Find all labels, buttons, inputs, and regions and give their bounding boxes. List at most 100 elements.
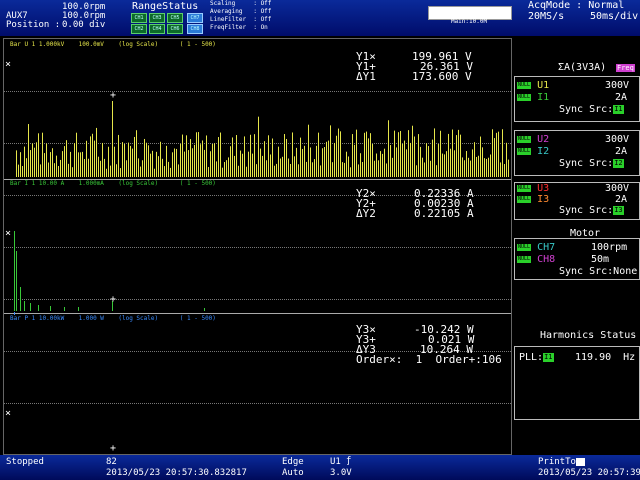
freqfilter-status: FreqFilter : On bbox=[210, 24, 268, 31]
harmonic-bar bbox=[280, 158, 281, 177]
harmonic-bar bbox=[170, 167, 171, 177]
harmonic-bar bbox=[120, 168, 121, 177]
range-ch4[interactable]: CH4 bbox=[149, 24, 165, 34]
element-1-box[interactable]: NULL U1 300V NULL I1 2A Sync Src:I1 bbox=[514, 76, 640, 122]
harmonic-bar bbox=[488, 157, 489, 177]
trigger-level[interactable]: 3.0V bbox=[330, 468, 352, 478]
harmonic-bar bbox=[184, 151, 185, 177]
harmonic-bar bbox=[154, 168, 155, 177]
harmonic-bar bbox=[70, 151, 71, 177]
harmonic-bar bbox=[86, 140, 87, 177]
harmonic-bar bbox=[126, 160, 127, 177]
harmonic-bar bbox=[376, 153, 377, 177]
harmonic-bar bbox=[444, 154, 445, 177]
harmonic-bar bbox=[24, 301, 25, 311]
harmonic-bar bbox=[400, 130, 401, 177]
position-value: 0.00 div bbox=[62, 20, 106, 30]
range-ch7[interactable]: CH7 bbox=[187, 13, 203, 23]
harmonic-bar bbox=[378, 160, 379, 177]
harmonic-bar bbox=[38, 305, 39, 311]
harmonic-bar bbox=[72, 167, 73, 177]
harmonic-bar bbox=[266, 160, 267, 177]
dy2-label: ΔY2 bbox=[356, 207, 376, 220]
harmonic-bar bbox=[442, 153, 443, 177]
harmonic-bar bbox=[434, 128, 435, 177]
harmonic-bar bbox=[476, 156, 477, 177]
harmonic-bar bbox=[498, 131, 499, 177]
harmonic-bar bbox=[262, 155, 263, 177]
harmonic-bar bbox=[32, 143, 33, 177]
harmonic-bar bbox=[448, 133, 449, 177]
harmonic-bar bbox=[282, 156, 283, 177]
top-status-bar: 100.0rpm AUX7 100.0rpm Position : 0.00 d… bbox=[0, 0, 640, 36]
harmonic-bar bbox=[240, 150, 241, 177]
harmonic-bar bbox=[166, 145, 167, 177]
print-to-label[interactable]: PrintTo bbox=[538, 457, 576, 467]
harmonic-bar bbox=[60, 159, 61, 177]
range-ch2[interactable]: CH2 bbox=[131, 24, 147, 34]
null-tag: NULL bbox=[517, 135, 532, 143]
range-ch5[interactable]: CH5 bbox=[167, 13, 183, 23]
harmonic-bar bbox=[474, 142, 475, 177]
harmonic-bar bbox=[218, 137, 219, 177]
harmonic-bar bbox=[198, 132, 199, 177]
harmonic-bar bbox=[100, 160, 101, 177]
range-ch8[interactable]: CH8 bbox=[187, 24, 203, 34]
pll-label: PLL: bbox=[519, 352, 544, 363]
harmonic-bar bbox=[66, 140, 67, 177]
harmonic-bar bbox=[210, 151, 211, 177]
cursor-plus-marker[interactable]: + bbox=[110, 444, 116, 454]
harmonic-bar bbox=[276, 163, 277, 177]
u2-range: 300V bbox=[605, 134, 630, 145]
harmonic-bar bbox=[162, 158, 163, 177]
scope-display[interactable]: Bar U 1 1.000kV 100.0mV (log Scale) ( 1 … bbox=[3, 38, 512, 455]
harmonic-bar bbox=[452, 129, 453, 177]
harmonic-bar-graphs bbox=[14, 101, 509, 315]
acq-count: 82 bbox=[106, 457, 117, 467]
range-ch1[interactable]: CH1 bbox=[131, 13, 147, 23]
run-status[interactable]: Stopped bbox=[6, 457, 44, 467]
harmonic-bar bbox=[108, 146, 109, 177]
range-ch6[interactable]: CH6 bbox=[167, 24, 183, 34]
harmonic-bar bbox=[366, 131, 367, 177]
trigger-type[interactable]: Edge bbox=[282, 457, 304, 467]
harmonic-bar bbox=[82, 151, 83, 177]
cursor-plus-marker[interactable]: + bbox=[110, 295, 116, 305]
linefilter-status: LineFilter : Off bbox=[210, 16, 272, 23]
null-tag: NULL bbox=[517, 81, 532, 89]
right-info-panel: ΣA(3V3A) Freq NULL U1 300V NULL I1 2A Sy… bbox=[512, 36, 640, 454]
trigger-source[interactable]: U1 bbox=[330, 457, 341, 467]
cursor-x-marker[interactable]: × bbox=[5, 409, 11, 419]
i2-label: I2 bbox=[537, 146, 550, 157]
harmonic-bar bbox=[196, 132, 197, 177]
acq-timestamp: 2013/05/23 20:57:30.832817 bbox=[106, 468, 247, 478]
motor-box[interactable]: NULL CH7 100rpm NULL CH8 50m Sync Src:No… bbox=[514, 238, 640, 280]
range-ch3[interactable]: CH3 bbox=[149, 13, 165, 23]
harmonic-bar bbox=[246, 166, 247, 177]
cursor-x-marker[interactable]: × bbox=[5, 229, 11, 239]
trigger-mode[interactable]: Auto bbox=[282, 468, 304, 478]
harmonics-status-box: PLL:I1 119.90 Hz bbox=[514, 346, 640, 420]
null-tag: NULL bbox=[517, 255, 532, 263]
null-tag: NULL bbox=[517, 93, 532, 101]
cursor-plus-marker[interactable]: + bbox=[110, 91, 116, 101]
harmonic-bar bbox=[396, 147, 397, 177]
harmonic-bar bbox=[268, 135, 269, 177]
harmonic-bar bbox=[480, 136, 481, 177]
harmonic-bar bbox=[380, 151, 381, 177]
harmonic-bar bbox=[432, 139, 433, 177]
ch8-value: 50m bbox=[591, 254, 610, 265]
harmonic-bar bbox=[286, 138, 287, 177]
element-3-box[interactable]: NULL U3 300V NULL I3 2A Sync Src:I3 bbox=[514, 182, 640, 220]
harmonic-bar bbox=[468, 157, 469, 177]
harmonic-bar bbox=[238, 165, 239, 177]
element-2-box[interactable]: NULL U2 300V NULL I2 2A Sync Src:I2 bbox=[514, 130, 640, 176]
harmonic-bar bbox=[202, 140, 203, 177]
cursor-x-marker[interactable]: × bbox=[5, 60, 11, 70]
harmonic-bar bbox=[232, 137, 233, 177]
harmonic-bar bbox=[96, 127, 97, 177]
null-tag: NULL bbox=[517, 195, 532, 203]
timebase: 50ms/div bbox=[590, 11, 639, 22]
harmonic-bar bbox=[330, 125, 331, 177]
harmonic-bar bbox=[302, 148, 303, 177]
